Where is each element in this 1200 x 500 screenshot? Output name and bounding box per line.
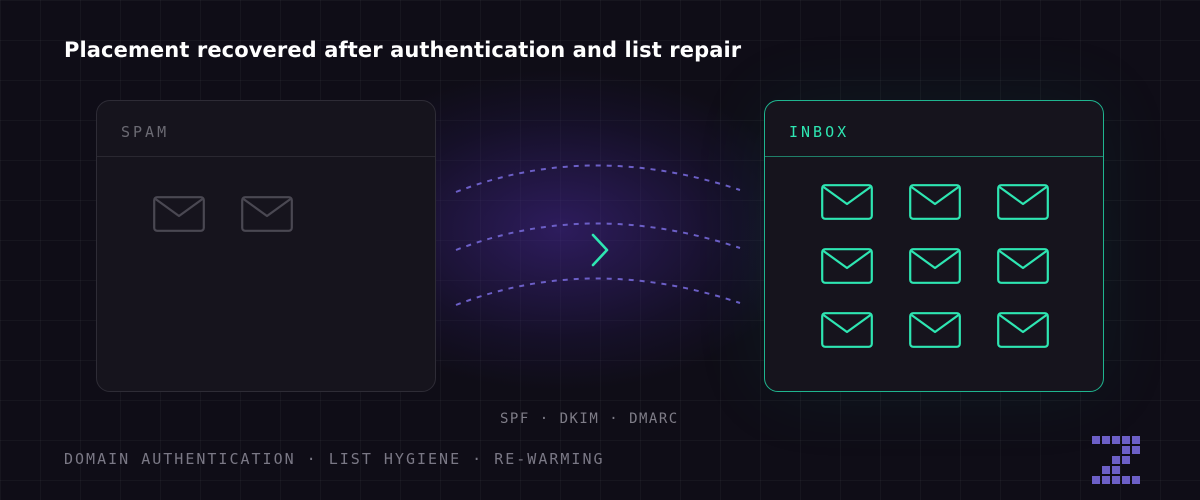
logo-pixel	[1102, 466, 1110, 474]
logo-pixel	[1122, 436, 1130, 444]
wave-line-top	[455, 164, 741, 193]
logo-pixel	[1112, 476, 1120, 484]
logo-pixel	[1122, 476, 1130, 484]
transition-waves	[455, 164, 741, 306]
envelope-icon	[821, 184, 873, 220]
wave-line-bottom	[455, 277, 741, 306]
logo-pixel	[1112, 456, 1120, 464]
chevron-right-icon	[591, 233, 609, 267]
envelope-icon	[909, 184, 961, 220]
envelope-icon	[997, 184, 1049, 220]
inbox-panel-label: INBOX	[765, 101, 1103, 157]
envelope-icon	[909, 248, 961, 284]
logo-pixel	[1112, 466, 1120, 474]
logo-pixel	[1112, 436, 1120, 444]
footer-label: DOMAIN AUTHENTICATION · LIST HYGIENE · R…	[64, 450, 605, 468]
logo-pixel	[1132, 436, 1140, 444]
envelope-icon	[153, 196, 205, 232]
envelope-icon	[241, 196, 293, 232]
envelope-icon	[821, 248, 873, 284]
spam-panel: SPAM	[96, 100, 436, 392]
logo-pixel	[1122, 446, 1130, 454]
logo-pixel	[1092, 476, 1100, 484]
page-title: Placement recovered after authentication…	[64, 38, 742, 62]
envelope-icon	[909, 312, 961, 348]
logo-pixel	[1122, 456, 1130, 464]
envelope-icon	[821, 312, 873, 348]
logo-pixel	[1102, 476, 1110, 484]
envelope-icon	[997, 248, 1049, 284]
auth-protocols-label: SPF · DKIM · DMARC	[500, 411, 679, 427]
logo-pixel	[1132, 476, 1140, 484]
envelope-icon	[997, 312, 1049, 348]
logo-pixel	[1102, 436, 1110, 444]
spam-panel-label: SPAM	[97, 101, 435, 157]
logo-pixel	[1092, 436, 1100, 444]
inbox-panel: INBOX	[764, 100, 1104, 392]
z-logo-icon	[1092, 436, 1140, 484]
logo-pixel	[1132, 446, 1140, 454]
